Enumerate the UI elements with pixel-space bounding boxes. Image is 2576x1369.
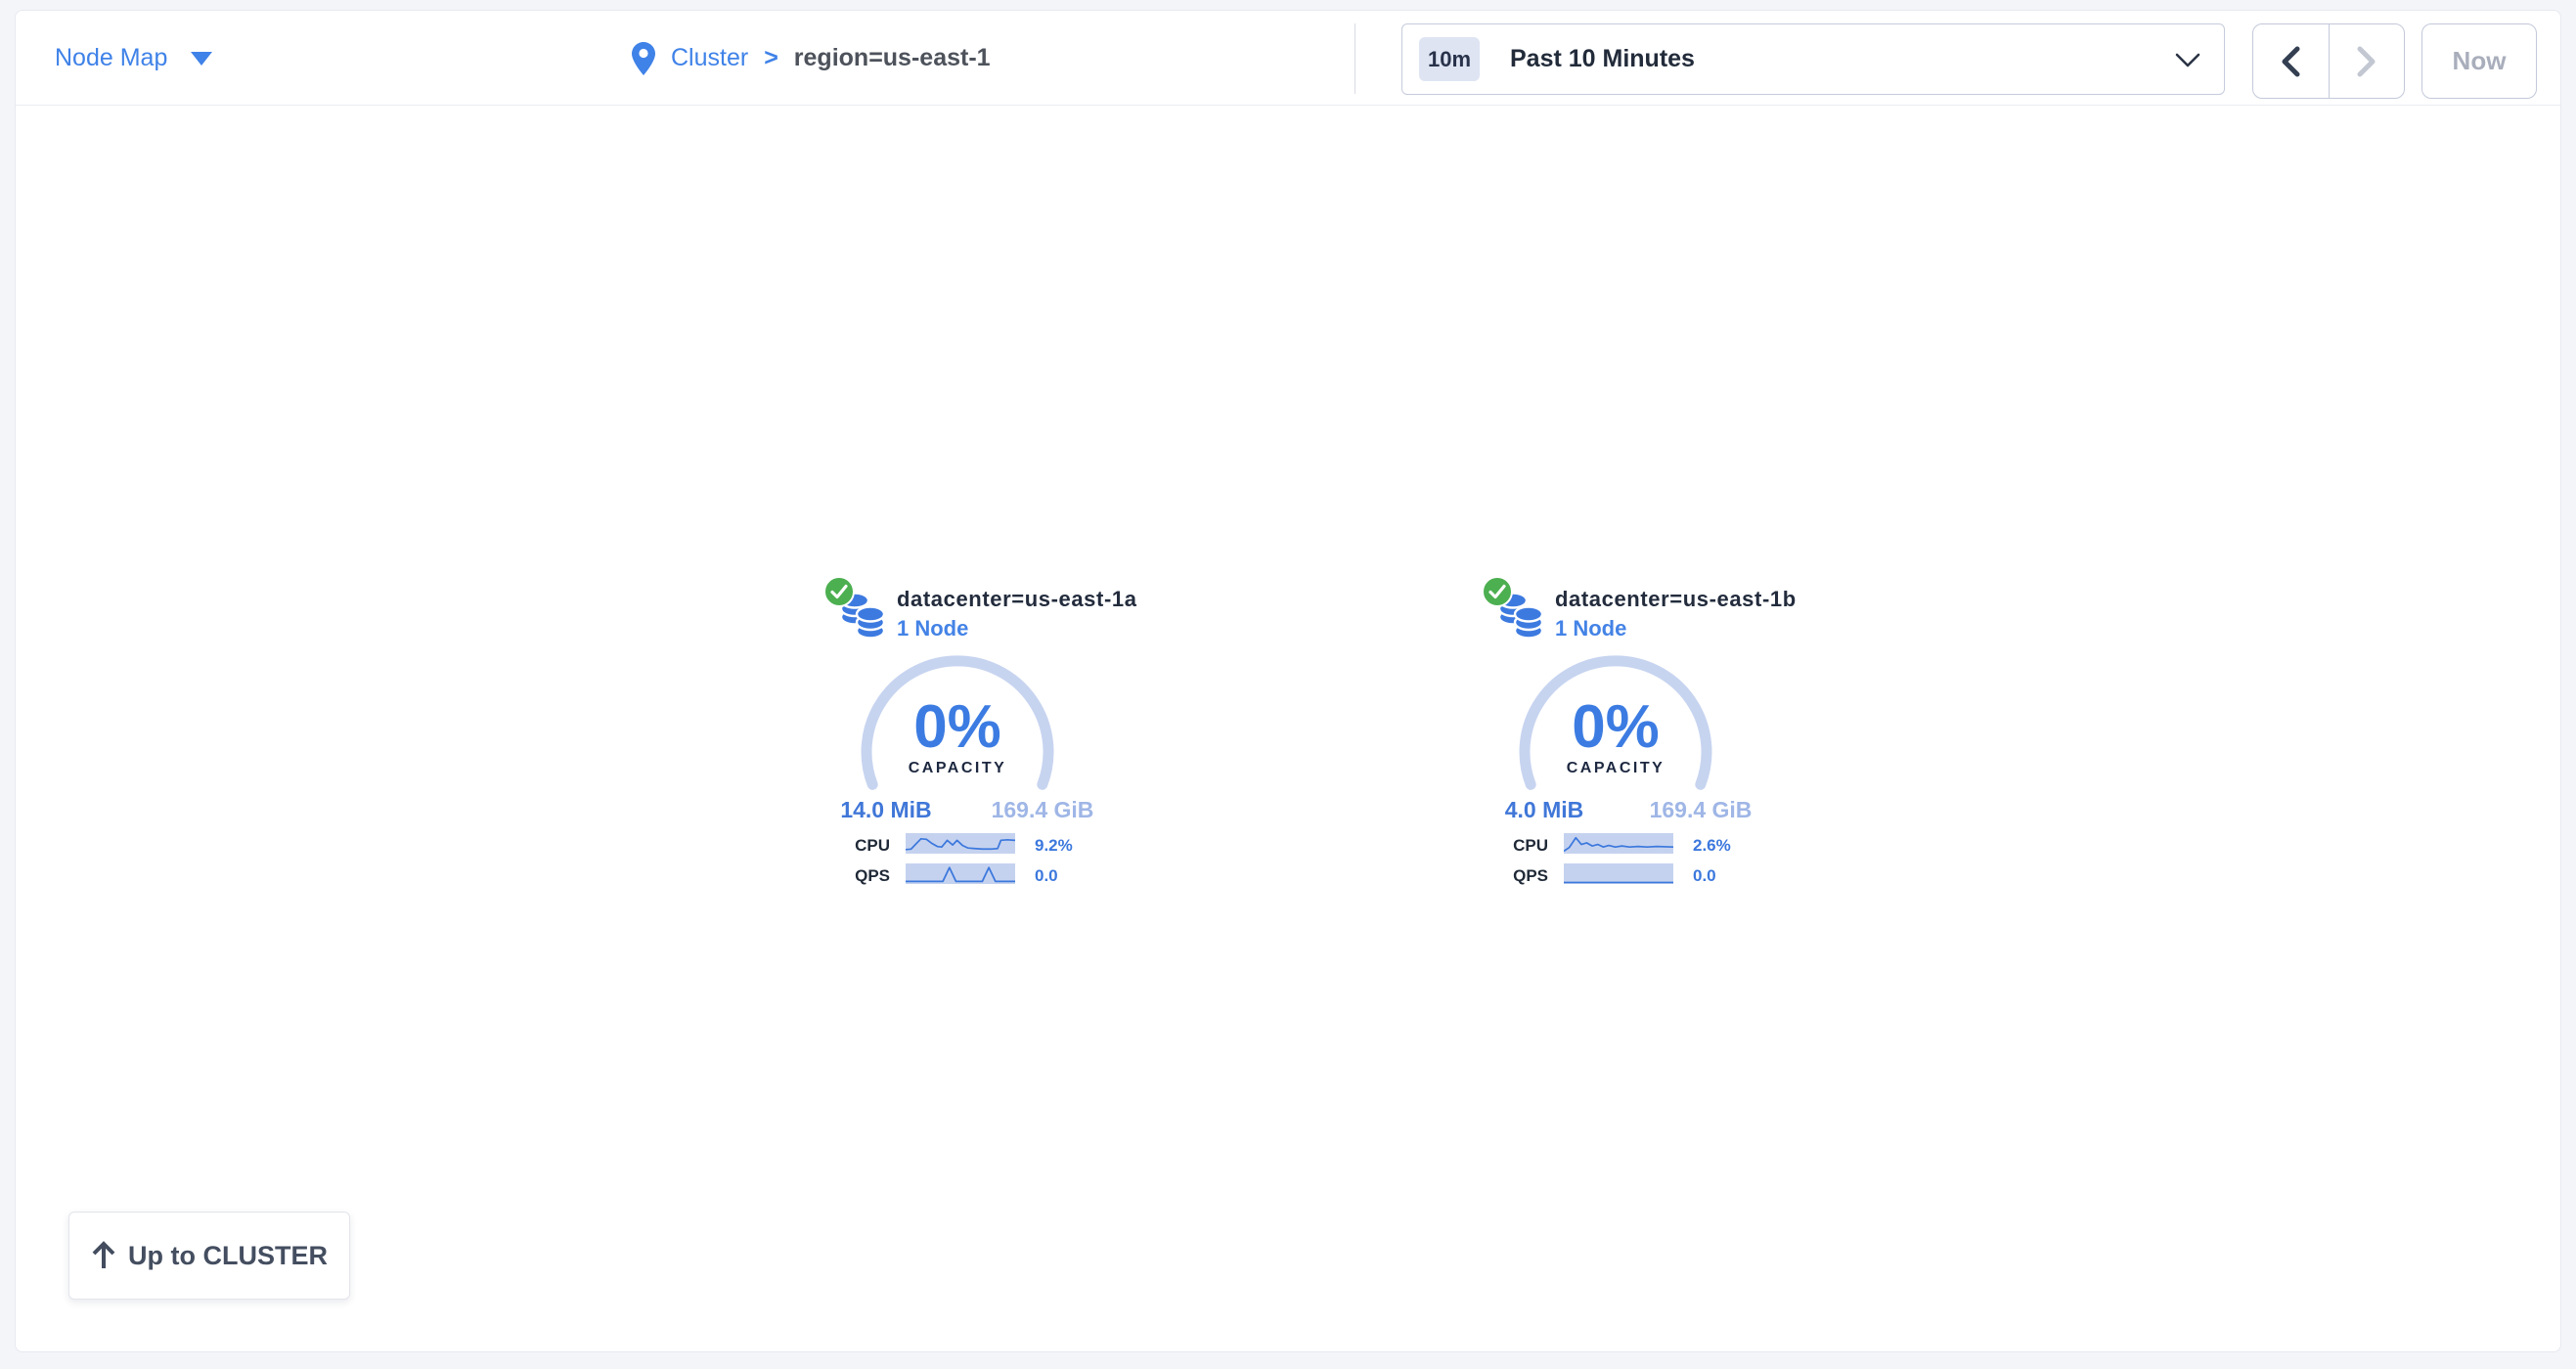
time-prev-button[interactable]	[2253, 24, 2330, 98]
stat-label: QPS	[1484, 866, 1548, 886]
breadcrumb: Cluster > region=us-east-1	[632, 11, 991, 106]
stat-value: 9.2%	[1035, 836, 1073, 856]
time-range-badge: 10m	[1419, 37, 1480, 81]
chevron-right-icon	[2356, 46, 2377, 77]
healthy-check-icon	[823, 576, 855, 607]
capacity-total: 169.4 GiB	[1642, 797, 1759, 823]
stat-label: CPU	[1484, 836, 1548, 856]
caret-down-icon	[191, 52, 212, 66]
capacity-percent: 0%	[860, 697, 1055, 758]
node-map-panel: Node Map Cluster > region=us-east-1 10m …	[15, 10, 2561, 1352]
cpu-sparkline	[1564, 833, 1673, 854]
chevron-down-icon	[2175, 53, 2200, 73]
view-selector-dropdown[interactable]: Node Map	[55, 11, 212, 106]
datacenter-node-count: 1 Node	[1555, 616, 1626, 641]
location-pin-icon	[632, 42, 655, 75]
chevron-left-icon	[2280, 46, 2301, 77]
datacenter-title: datacenter=us-east-1b	[1555, 587, 1797, 612]
breadcrumb-cluster-link[interactable]: Cluster	[671, 44, 748, 72]
healthy-check-icon	[1482, 576, 1513, 607]
up-arrow-icon	[91, 1241, 116, 1270]
time-nav-group	[2252, 23, 2405, 99]
time-next-button[interactable]	[2330, 24, 2405, 98]
breadcrumb-current: region=us-east-1	[794, 44, 991, 72]
time-range-dropdown[interactable]: 10m Past 10 Minutes	[1401, 23, 2225, 95]
qps-sparkline	[906, 863, 1015, 884]
stat-value: 0.0	[1693, 866, 1716, 886]
capacity-caption: CAPACITY	[860, 760, 1055, 777]
stat-value: 0.0	[1035, 866, 1058, 886]
stat-label: QPS	[825, 866, 890, 886]
breadcrumb-separator: >	[764, 44, 778, 72]
datacenter-module-us-east-1a[interactable]: datacenter=us-east-1a 1 Node 0% CAPACITY…	[767, 566, 1119, 904]
time-range-label: Past 10 Minutes	[1510, 45, 1695, 73]
stat-value: 2.6%	[1693, 836, 1731, 856]
stat-label: CPU	[825, 836, 890, 856]
capacity-caption: CAPACITY	[1518, 760, 1713, 777]
datacenter-module-us-east-1b[interactable]: datacenter=us-east-1b 1 Node 0% CAPACITY…	[1425, 566, 1777, 904]
datacenter-node-count: 1 Node	[897, 616, 968, 641]
toolbar: Node Map Cluster > region=us-east-1 10m …	[16, 11, 2560, 106]
cpu-sparkline	[906, 833, 1015, 854]
up-to-cluster-label: Up to CLUSTER	[128, 1241, 328, 1271]
datacenter-title: datacenter=us-east-1a	[897, 587, 1137, 612]
capacity-percent: 0%	[1518, 697, 1713, 758]
capacity-total: 169.4 GiB	[984, 797, 1101, 823]
view-selector-label: Node Map	[55, 44, 167, 72]
capacity-used: 4.0 MiB	[1486, 797, 1603, 823]
now-button[interactable]: Now	[2421, 23, 2537, 99]
up-to-cluster-button[interactable]: Up to CLUSTER	[68, 1212, 350, 1300]
capacity-used: 14.0 MiB	[827, 797, 945, 823]
qps-sparkline	[1564, 863, 1673, 884]
